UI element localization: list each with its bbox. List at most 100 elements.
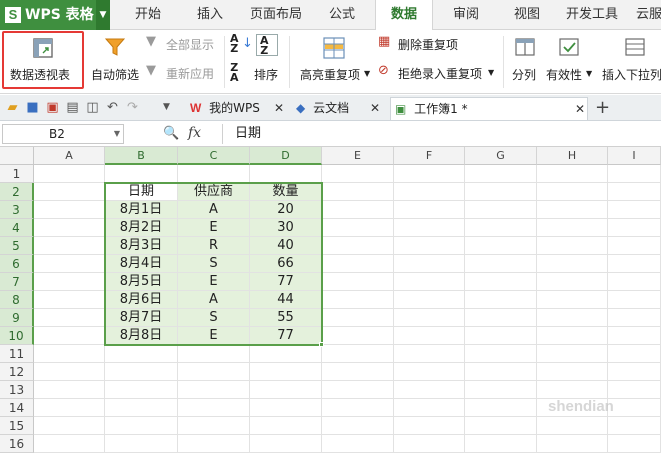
row-header-5[interactable]: 5 <box>0 237 34 255</box>
grid-cell[interactable] <box>250 363 322 381</box>
grid-cell[interactable] <box>537 309 608 327</box>
grid-cell[interactable] <box>322 291 394 309</box>
tab-home[interactable]: 开始 <box>126 0 170 30</box>
grid-cell[interactable] <box>322 273 394 291</box>
grid-cell[interactable] <box>322 399 394 417</box>
grid-cell[interactable] <box>537 237 608 255</box>
column-header-e[interactable]: E <box>322 147 394 165</box>
grid-cell[interactable] <box>34 219 105 237</box>
grid-cell[interactable] <box>105 345 178 363</box>
redo-icon[interactable]: ↷ <box>124 99 141 116</box>
row-header-14[interactable]: 14 <box>0 399 34 417</box>
grid-cell[interactable] <box>537 255 608 273</box>
grid-cell[interactable] <box>537 201 608 219</box>
grid-cell[interactable] <box>250 381 322 399</box>
grid-cell[interactable] <box>394 435 465 453</box>
grid-cell[interactable] <box>250 165 322 183</box>
grid-cell[interactable] <box>465 309 537 327</box>
row-header-6[interactable]: 6 <box>0 255 34 273</box>
highlight-duplicates-button[interactable]: 高亮重复项 ▼ <box>296 32 374 88</box>
grid-cell[interactable] <box>465 417 537 435</box>
app-menu-button[interactable]: S WPS 表格 ▼ <box>0 0 110 30</box>
grid-cell[interactable] <box>178 399 250 417</box>
grid-cell[interactable] <box>394 273 465 291</box>
grid-cell[interactable] <box>34 165 105 183</box>
grid-cell[interactable] <box>105 399 178 417</box>
row-header-9[interactable]: 9 <box>0 309 34 327</box>
grid-cell[interactable] <box>394 399 465 417</box>
grid-cell[interactable] <box>608 255 661 273</box>
grid-cell[interactable] <box>322 417 394 435</box>
grid-cell[interactable] <box>322 345 394 363</box>
grid-cell[interactable] <box>322 183 394 201</box>
close-icon[interactable]: ✕ <box>274 97 284 119</box>
grid-cell[interactable] <box>537 165 608 183</box>
doc-tab-workbook[interactable]: ▣ 工作簿1 * ✕ <box>390 97 588 120</box>
header-cell[interactable]: 日期 <box>105 183 178 201</box>
select-all-corner[interactable] <box>0 147 34 165</box>
grid-cell[interactable] <box>178 435 250 453</box>
grid-cell[interactable] <box>608 399 661 417</box>
grid-cell[interactable] <box>322 255 394 273</box>
row-header-13[interactable]: 13 <box>0 381 34 399</box>
grid-cell[interactable] <box>394 345 465 363</box>
row-header-7[interactable]: 7 <box>0 273 34 291</box>
grid-cell[interactable] <box>34 273 105 291</box>
grid-cell[interactable] <box>34 399 105 417</box>
grid-cell[interactable] <box>537 417 608 435</box>
grid-cell[interactable] <box>608 273 661 291</box>
grid-cell[interactable] <box>34 417 105 435</box>
grid-cell[interactable] <box>608 363 661 381</box>
formula-input[interactable]: 日期 <box>222 124 658 144</box>
grid-cell[interactable] <box>608 201 661 219</box>
column-header-i[interactable]: I <box>608 147 661 165</box>
grid-cell[interactable] <box>105 165 178 183</box>
grid-cell[interactable] <box>608 435 661 453</box>
grid-cell[interactable] <box>394 255 465 273</box>
grid-cell[interactable] <box>537 183 608 201</box>
app-dropdown-icon[interactable]: ▼ <box>96 0 110 30</box>
new-tab-plus-icon[interactable]: + <box>594 99 611 117</box>
tab-formulas[interactable]: 公式 <box>320 0 364 30</box>
supplier-cell[interactable]: A <box>178 291 250 309</box>
grid-cell[interactable] <box>465 291 537 309</box>
column-header-a[interactable]: A <box>34 147 105 165</box>
grid-cell[interactable] <box>34 237 105 255</box>
grid-cell[interactable] <box>465 345 537 363</box>
reject-duplicates-button[interactable]: ⊘ 拒绝录入重复项 ▼ <box>378 63 500 83</box>
grid-cell[interactable] <box>465 219 537 237</box>
sort-ascending-button[interactable]: AZ ↓ <box>230 33 253 56</box>
row-header-15[interactable]: 15 <box>0 417 34 435</box>
quantity-cell[interactable]: 44 <box>250 291 322 309</box>
print-icon[interactable]: ▤ <box>64 99 81 116</box>
grid-cell[interactable] <box>608 309 661 327</box>
grid-cell[interactable] <box>537 327 608 345</box>
row-header-10[interactable]: 10 <box>0 327 34 345</box>
column-header-c[interactable]: C <box>178 147 250 165</box>
grid-cell[interactable] <box>465 399 537 417</box>
header-cell[interactable]: 数量 <box>250 183 322 201</box>
grid-cell[interactable] <box>322 363 394 381</box>
customize-dropdown-icon[interactable]: ▼ <box>158 99 175 116</box>
row-header-8[interactable]: 8 <box>0 291 34 309</box>
row-header-2[interactable]: 2 <box>0 183 34 201</box>
quantity-cell[interactable]: 66 <box>250 255 322 273</box>
export-pdf-icon[interactable]: ▣ <box>44 99 61 116</box>
grid-cell[interactable] <box>250 435 322 453</box>
grid-cell[interactable] <box>322 237 394 255</box>
grid-cell[interactable] <box>322 309 394 327</box>
grid-cell[interactable] <box>34 255 105 273</box>
date-cell[interactable]: 8月5日 <box>105 273 178 291</box>
reapply-button[interactable]: ▼ 重新应用 <box>146 63 218 83</box>
chevron-down-icon[interactable]: ▼ <box>114 125 120 143</box>
header-cell[interactable]: 供应商 <box>178 183 250 201</box>
row-header-3[interactable]: 3 <box>0 201 34 219</box>
grid-cell[interactable] <box>465 327 537 345</box>
grid-cell[interactable] <box>608 327 661 345</box>
supplier-cell[interactable]: S <box>178 309 250 327</box>
grid-cell[interactable] <box>608 417 661 435</box>
grid-cell[interactable] <box>394 165 465 183</box>
save-icon[interactable]: ■ <box>24 99 41 116</box>
grid-cell[interactable] <box>34 345 105 363</box>
grid-cell[interactable] <box>608 165 661 183</box>
